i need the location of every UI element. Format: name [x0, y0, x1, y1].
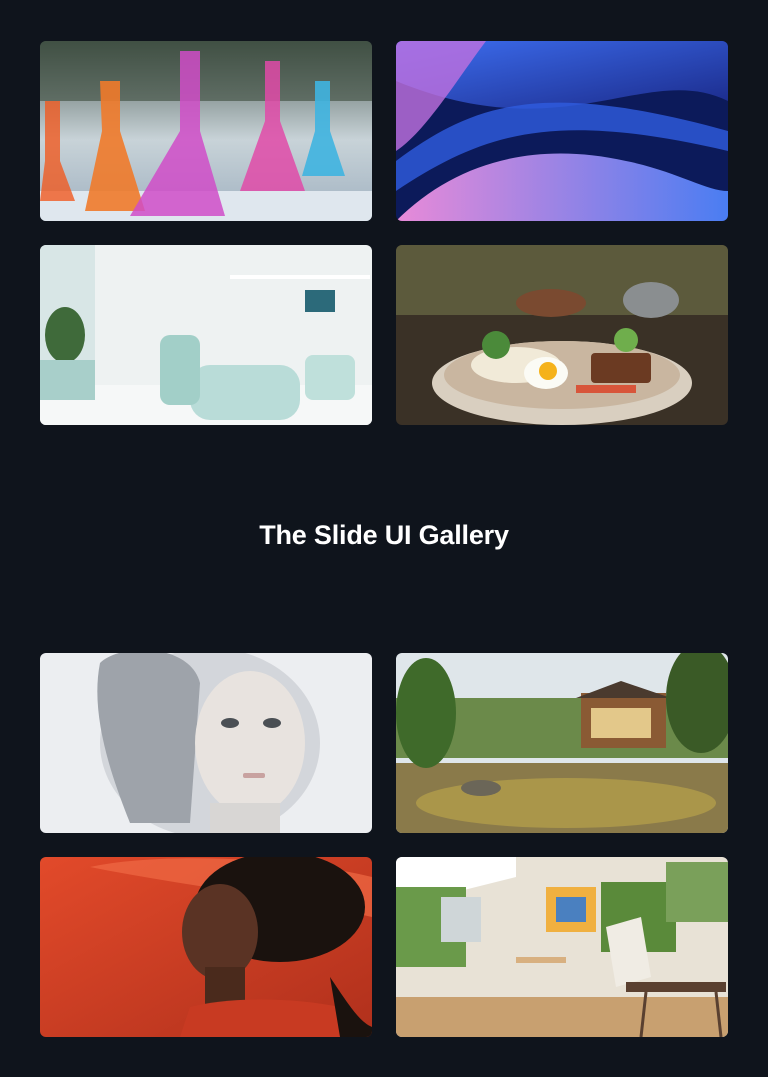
gallery-image-art-studio[interactable]: [396, 857, 728, 1037]
gallery-image-abstract-waves[interactable]: [396, 41, 728, 221]
gallery-image-android-face[interactable]: [40, 653, 372, 833]
gallery-image-woman-red-fabric[interactable]: [40, 857, 372, 1037]
gallery-title: The Slide UI Gallery: [259, 520, 509, 550]
gallery-grid-top: [40, 41, 728, 425]
gallery-image-garden-pond-house[interactable]: [396, 653, 728, 833]
gallery-image-rice-bowl[interactable]: [396, 245, 728, 425]
gallery-grid-bottom: [40, 653, 728, 1037]
gallery-image-lab-flasks[interactable]: [40, 41, 372, 221]
gallery-image-dental-clinic[interactable]: [40, 245, 372, 425]
